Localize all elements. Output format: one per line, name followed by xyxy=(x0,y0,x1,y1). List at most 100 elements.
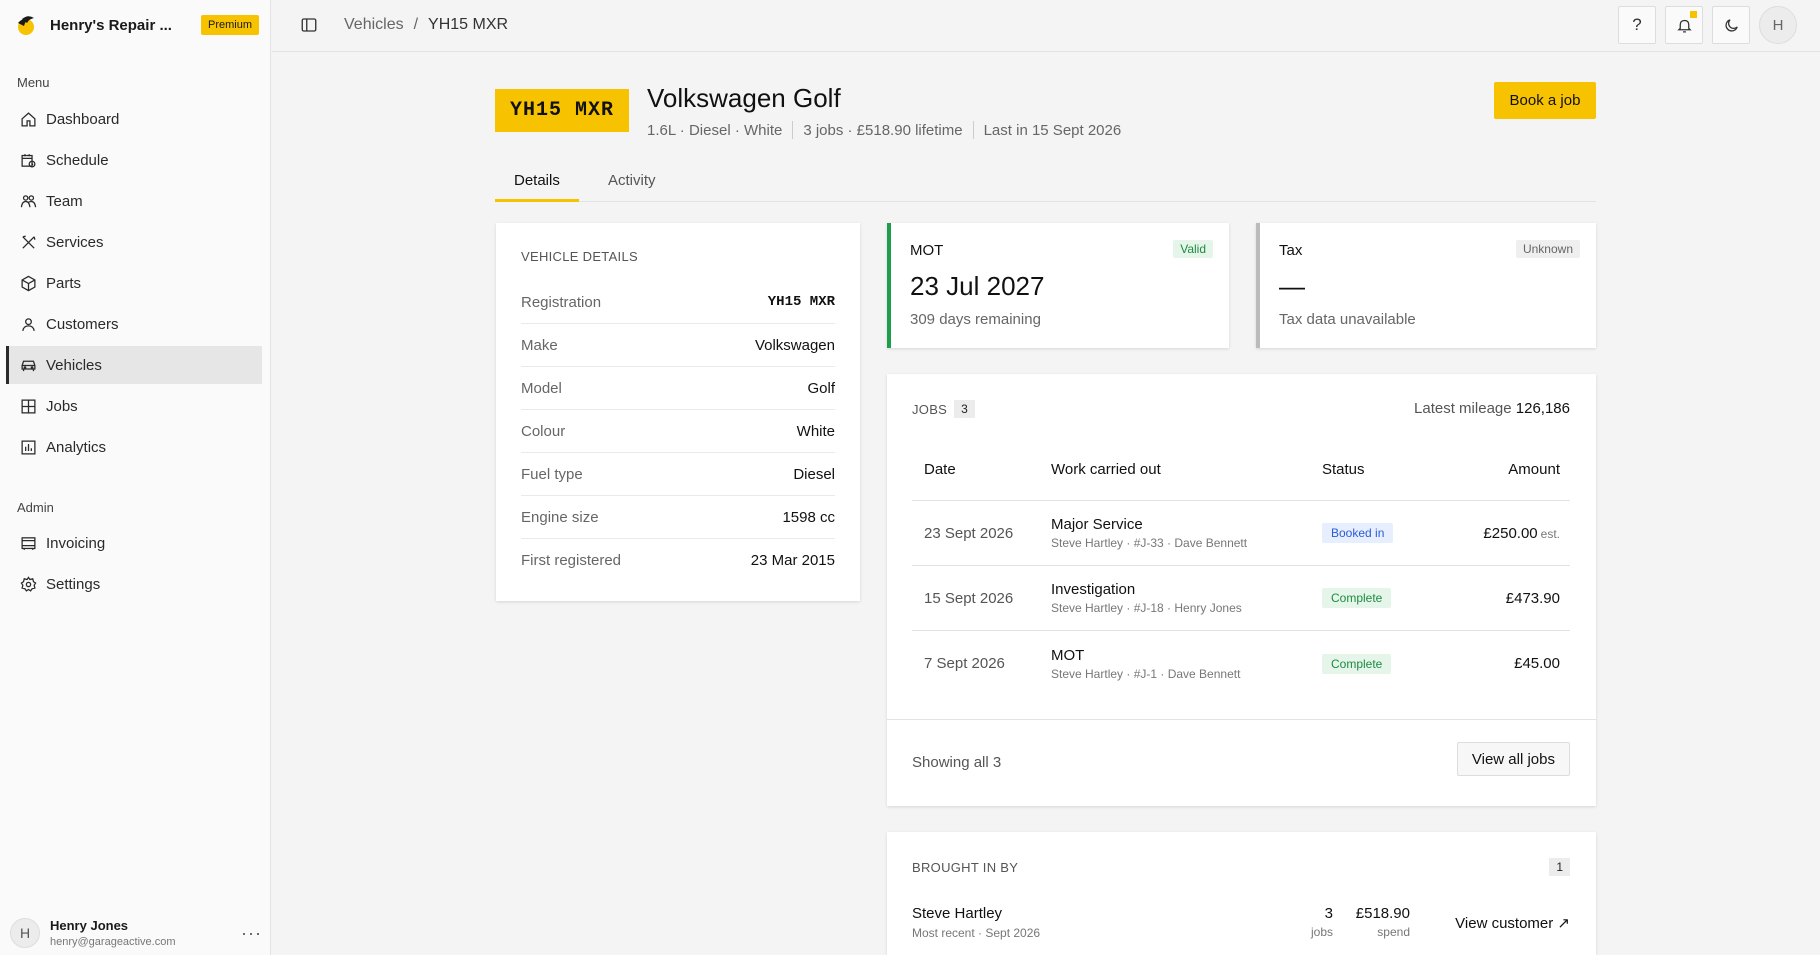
detail-value: 23 Mar 2015 xyxy=(750,552,835,569)
sidebar-item-vehicles[interactable]: Vehicles xyxy=(6,346,262,384)
detail-row: Engine size 1598 cc xyxy=(521,496,835,539)
vehicle-spec: 1.6L · Diesel · White xyxy=(647,121,783,139)
sidebar-item-label: Parts xyxy=(46,274,82,292)
job-status: Complete xyxy=(1322,653,1442,674)
notifications-button[interactable] xyxy=(1665,6,1703,44)
brought-in-by-card: BROUGHT IN BY 1 Steve Hartley Most recen… xyxy=(887,832,1596,955)
sidebar-item-customers[interactable]: Customers xyxy=(6,305,262,343)
avatar[interactable]: H xyxy=(1759,6,1797,44)
job-subtitle: Steve Hartley · #J-18 · Henry Jones xyxy=(1051,601,1242,615)
menu-section-label: Menu xyxy=(17,75,50,90)
sidebar-item-schedule[interactable]: Schedule xyxy=(6,141,262,179)
brand[interactable]: Henry's Repair ... Premium xyxy=(14,12,259,38)
table-row[interactable]: 7 Sept 2026 MOT Steve Hartley · #J-1 · D… xyxy=(912,631,1570,696)
latest-mileage: Latest mileage 126,186 xyxy=(1414,400,1570,417)
vehicle-meta: 1.6L · Diesel · White 3 jobs · £518.90 l… xyxy=(647,121,1121,139)
sidebar-item-label: Settings xyxy=(46,575,101,593)
stat-label: spend xyxy=(1377,925,1410,939)
card-label: BROUGHT IN BY xyxy=(912,860,1019,875)
tabs: Details Activity xyxy=(495,172,1596,202)
view-all-jobs-button[interactable]: View all jobs xyxy=(1456,742,1570,776)
amount-value: £473.90 xyxy=(1505,589,1560,607)
tax-status-text: Tax data unavailable xyxy=(1279,311,1416,328)
vehicle-details-card: VEHICLE DETAILS Registration YH15 MXR Ma… xyxy=(496,223,860,601)
sidebar-item-label: Services xyxy=(46,233,104,251)
invoice-icon xyxy=(21,536,36,550)
amount-value: £45.00 xyxy=(1514,655,1560,672)
admin-nav: Invoicing Settings xyxy=(6,524,262,606)
detail-value: Volkswagen xyxy=(754,336,835,354)
table-row[interactable]: 15 Sept 2026 Investigation Steve Hartley… xyxy=(912,566,1570,631)
mot-expiry-date: 23 Jul 2027 xyxy=(910,271,1045,301)
user-info: Henry Jones henry@garageactive.com xyxy=(50,918,176,948)
notification-dot xyxy=(1690,11,1697,18)
tax-card: Tax Unknown — Tax data unavailable xyxy=(1256,223,1596,348)
tax-value: — xyxy=(1279,271,1305,301)
theme-toggle-button[interactable] xyxy=(1712,6,1750,44)
brand-name: Henry's Repair ... xyxy=(50,16,172,34)
mot-card: MOT Valid 23 Jul 2027 309 days remaining xyxy=(887,223,1229,348)
customer-spend-stat: £518.90 spend xyxy=(1356,905,1410,939)
status-badge: Complete xyxy=(1322,588,1392,608)
job-work: Investigation Steve Hartley · #J-18 · He… xyxy=(1051,581,1322,615)
brand-logo-icon xyxy=(18,16,34,35)
job-amount: £250.00 est. xyxy=(1442,525,1570,542)
jobs-count-badge: 3 xyxy=(954,400,975,418)
bell-icon xyxy=(1676,19,1692,33)
detail-row: Make Volkswagen xyxy=(521,324,835,367)
card-label: JOBS xyxy=(912,401,948,417)
job-amount: £45.00 xyxy=(1442,655,1570,672)
job-date: 23 Sept 2026 xyxy=(924,524,1014,542)
view-customer-link[interactable]: View customer ↗ xyxy=(1455,914,1570,932)
detail-value: White xyxy=(796,422,835,440)
detail-row: Model Golf xyxy=(521,367,835,410)
detail-key: First registered xyxy=(521,552,622,569)
sidebar-item-dashboard[interactable]: Dashboard xyxy=(6,100,262,138)
column-header-amount: Amount xyxy=(1508,460,1560,478)
sidebar-item-analytics[interactable]: Analytics xyxy=(6,428,262,466)
sidebar-item-jobs[interactable]: Jobs xyxy=(6,387,262,425)
team-icon xyxy=(20,194,37,207)
job-title: Investigation xyxy=(1051,581,1136,598)
sidebar-item-services[interactable]: Services xyxy=(6,223,262,261)
more-icon[interactable]: ··· xyxy=(241,923,262,944)
job-title: MOT xyxy=(1051,646,1085,664)
calendar-clock-icon xyxy=(21,153,36,168)
sidebar-item-team[interactable]: Team xyxy=(6,182,262,220)
help-button[interactable]: ? xyxy=(1618,6,1656,44)
sidebar-item-settings[interactable]: Settings xyxy=(6,565,262,603)
home-icon xyxy=(21,111,36,127)
user-menu[interactable]: H Henry Jones henry@garageactive.com ··· xyxy=(10,915,262,951)
sidebar-item-label: Team xyxy=(46,192,83,210)
package-icon xyxy=(21,275,36,291)
detail-value: Golf xyxy=(807,379,835,397)
sidebar-toggle-icon[interactable] xyxy=(300,16,318,34)
admin-section-label: Admin xyxy=(17,500,54,515)
breadcrumb: Vehicles / YH15 MXR xyxy=(344,16,508,34)
column-header-work: Work carried out xyxy=(1051,460,1161,478)
vehicle-last-in: Last in 15 Sept 2026 xyxy=(983,121,1122,139)
grid-icon xyxy=(21,398,36,414)
book-job-button[interactable]: Book a job xyxy=(1494,82,1596,119)
table-row[interactable]: 23 Sept 2026 Major Service Steve Hartley… xyxy=(912,501,1570,566)
sidebar-item-invoicing[interactable]: Invoicing xyxy=(6,524,262,562)
job-subtitle: Steve Hartley · #J-1 · Dave Bennett xyxy=(1051,666,1241,681)
sidebar-item-parts[interactable]: Parts xyxy=(6,264,262,302)
breadcrumb-separator: / xyxy=(413,16,419,33)
sidebar-item-label: Customers xyxy=(46,315,119,333)
detail-key: Engine size xyxy=(521,508,599,526)
job-date: 7 Sept 2026 xyxy=(924,655,1005,672)
topbar: Vehicles / YH15 MXR ? H xyxy=(272,0,1820,52)
tab-details[interactable]: Details xyxy=(495,172,579,202)
amount-note: est. xyxy=(1540,526,1560,541)
tab-activity[interactable]: Activity xyxy=(589,172,675,202)
sidebar-item-label: Invoicing xyxy=(46,534,106,552)
customer-name[interactable]: Steve Hartley xyxy=(912,905,1002,922)
detail-key: Model xyxy=(521,379,562,397)
detail-key: Make xyxy=(521,336,558,354)
job-work: Major Service Steve Hartley · #J-33 · Da… xyxy=(1051,516,1322,550)
breadcrumb-vehicles[interactable]: Vehicles xyxy=(344,16,404,34)
customer-jobs-stat: 3 jobs xyxy=(1311,905,1333,939)
chart-icon xyxy=(21,439,36,455)
detail-key: Registration xyxy=(521,293,602,311)
